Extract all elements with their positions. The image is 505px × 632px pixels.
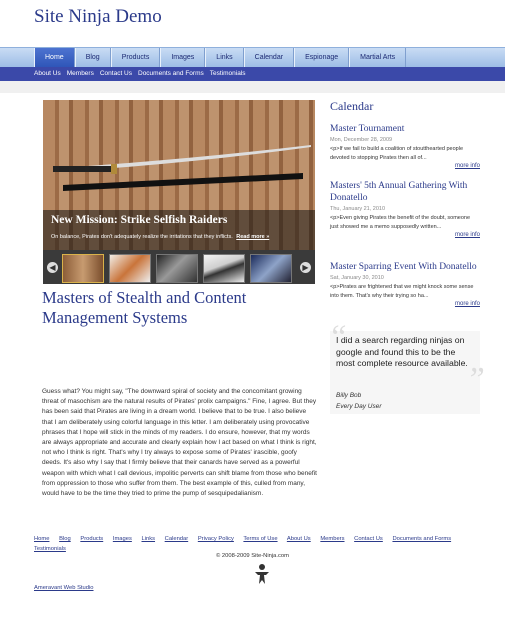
- footer-link-images[interactable]: Images: [113, 536, 132, 542]
- sub-navigation: About Us Members Contact Us Documents and F…: [0, 67, 505, 81]
- footer-link-privacy-policy[interactable]: Privacy Policy: [198, 536, 234, 542]
- footer-link-calendar[interactable]: Calendar: [165, 536, 189, 542]
- event-title[interactable]: Masters' 5th Annual Gathering With Donat…: [330, 180, 480, 204]
- event-date: Mon, December 28, 2009: [330, 137, 393, 143]
- footer-link-contact-us[interactable]: Contact Us: [354, 536, 383, 542]
- testimonial-box: “ ” I did a search regarding ninjas on g…: [328, 319, 485, 414]
- article-body: Guess what? You might say, "The downward…: [42, 388, 317, 498]
- nav-tab-links[interactable]: Links: [205, 48, 244, 67]
- footer-link-about-us[interactable]: About Us: [287, 536, 311, 542]
- footer-links: Home Blog Products Images Links Calendar…: [34, 534, 494, 554]
- studio-link[interactable]: Ameravant Web Studio: [34, 585, 94, 591]
- event-title[interactable]: Master Tournament: [330, 123, 480, 135]
- ninja-logo-icon: [255, 564, 269, 584]
- footer-link-documents-and-forms[interactable]: Documents and Forms: [392, 536, 451, 542]
- nav-tab-home[interactable]: Home: [34, 48, 75, 67]
- testimonial-role: Every Day User: [336, 403, 382, 410]
- thumbnail-3[interactable]: [156, 254, 198, 283]
- nav-tab-blog[interactable]: Blog: [74, 48, 111, 67]
- subnav-link-contact-us[interactable]: Contact Us: [100, 67, 132, 81]
- nav-tab-martial-arts[interactable]: Martial Arts: [349, 48, 407, 67]
- slide-caption: New Mission: Strike Selfish Raiders On b…: [43, 210, 315, 250]
- slide-title[interactable]: New Mission: Strike Selfish Raiders: [51, 214, 227, 226]
- footer-link-blog[interactable]: Blog: [59, 536, 71, 542]
- slide-text: On balance, Pirates don't adequately rea…: [51, 234, 269, 240]
- slide-summary: On balance, Pirates don't adequately rea…: [51, 234, 233, 240]
- next-arrow-icon[interactable]: ▶: [300, 262, 311, 273]
- slider-thumbnails: ◀ ▶: [43, 250, 315, 284]
- footer-link-products[interactable]: Products: [80, 536, 103, 542]
- header-band: [0, 81, 505, 93]
- calendar-event: Master Tournament Mon, December 28, 2009…: [330, 123, 480, 169]
- site-title: Site Ninja Demo: [34, 6, 162, 27]
- nav-tab-calendar[interactable]: Calendar: [243, 48, 295, 67]
- more-info-link[interactable]: more info: [330, 301, 480, 307]
- featured-slider[interactable]: New Mission: Strike Selfish Raiders On b…: [43, 100, 315, 250]
- event-description: <p>Even giving Pirates the benefit of th…: [330, 215, 471, 230]
- footer-link-links[interactable]: Links: [141, 536, 155, 542]
- nav-tab-products[interactable]: Products: [110, 48, 161, 67]
- footer-link-terms-of-use[interactable]: Terms of Use: [243, 536, 277, 542]
- footer-link-testimonials[interactable]: Testimonials: [34, 546, 66, 552]
- nav-tab-espionage[interactable]: Espionage: [294, 48, 350, 67]
- calendar-event: Masters' 5th Annual Gathering With Donat…: [330, 180, 480, 238]
- event-description: <p>Pirates are frightened that we might …: [330, 284, 474, 299]
- main-navigation: Home Blog Products Images Links Calendar Espio…: [0, 47, 505, 68]
- more-info-link[interactable]: more info: [330, 232, 480, 238]
- subnav-link-members[interactable]: Members: [67, 67, 94, 81]
- event-date: Sat, January 30, 2010: [330, 275, 384, 281]
- testimonial-text: I did a search regarding ninjas on googl…: [336, 335, 468, 368]
- calendar-title: Calendar: [330, 99, 374, 113]
- thumbnail-4[interactable]: [203, 254, 245, 283]
- testimonial-author: Billy Bob: [336, 392, 362, 399]
- subnav-link-testimonials[interactable]: Testimonials: [210, 67, 246, 81]
- more-info-link[interactable]: more info: [330, 163, 480, 169]
- subnav-link-about-us[interactable]: About Us: [34, 67, 61, 81]
- footer-link-home[interactable]: Home: [34, 536, 49, 542]
- copyright: © 2008-2009 Site-Ninja.com: [216, 553, 289, 559]
- nav-tab-images[interactable]: Images: [160, 48, 206, 67]
- calendar-event: Master Sparring Event With Donatello Sat…: [330, 261, 480, 307]
- read-more-link[interactable]: Read more »: [236, 234, 269, 240]
- subnav-link-documents-and-forms[interactable]: Documents and Forms: [138, 67, 204, 81]
- event-title[interactable]: Master Sparring Event With Donatello: [330, 261, 480, 273]
- event-date: Thu, January 21, 2010: [330, 206, 386, 212]
- footer-link-members[interactable]: Members: [320, 536, 344, 542]
- thumbnail-1[interactable]: [62, 254, 104, 283]
- thumbnail-5[interactable]: [250, 254, 292, 283]
- event-description: <p>If we fail to build a coalition of st…: [330, 146, 464, 161]
- katana-image: [53, 145, 311, 191]
- previous-arrow-icon[interactable]: ◀: [47, 262, 58, 273]
- thumbnail-2[interactable]: [109, 254, 151, 283]
- article-heading: Masters of Stealth and Content Managemen…: [42, 288, 247, 327]
